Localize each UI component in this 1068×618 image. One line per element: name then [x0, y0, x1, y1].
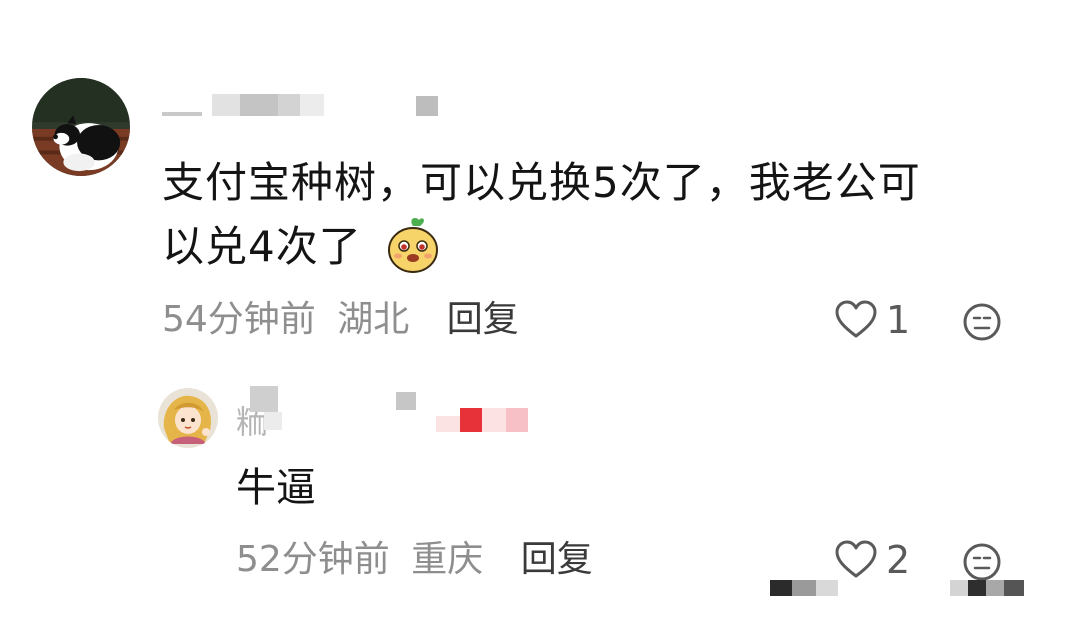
reply-like-button[interactable]: 2	[834, 540, 910, 580]
comment-thread: 支付宝种树，可以兑换5次了，我老公可 以兑4次了 54分钟前 湖北 回复 1 粫…	[0, 0, 1068, 618]
reply-like-count: 2	[886, 538, 911, 582]
comment-like-count: 1	[886, 298, 911, 342]
reply-text: 牛逼	[236, 465, 316, 511]
heart-outline-icon	[834, 300, 878, 340]
watermark-redacted	[770, 578, 1030, 600]
comment-time: 54分钟前	[162, 299, 316, 340]
replier-avatar[interactable]	[158, 388, 218, 448]
reply-meta: 52分钟前 重庆 回复	[236, 542, 593, 578]
comment-meta: 54分钟前 湖北 回复	[162, 302, 519, 338]
reply-time: 52分钟前	[236, 539, 390, 580]
reply-reply-button[interactable]: 回复	[521, 539, 593, 580]
neutral-face-icon[interactable]	[962, 302, 1002, 342]
reply-location: 重庆	[411, 539, 484, 580]
neutral-face-icon[interactable]	[962, 542, 1002, 582]
heart-outline-icon	[834, 540, 878, 580]
commenter-avatar[interactable]	[32, 78, 130, 176]
commenter-username-redacted[interactable]	[162, 90, 452, 130]
sprout-bun-emoji-icon	[386, 216, 440, 274]
replier-username-redacted[interactable]: 粫	[236, 386, 556, 446]
comment-like-button[interactable]: 1	[834, 300, 910, 340]
comment-text-line1: 支付宝种树，可以兑换5次了，我老公可	[162, 158, 921, 207]
comment-text-line2: 以兑4次了	[162, 222, 362, 271]
comment-reply-button[interactable]: 回复	[447, 299, 519, 340]
comment-location: 湖北	[337, 299, 410, 340]
